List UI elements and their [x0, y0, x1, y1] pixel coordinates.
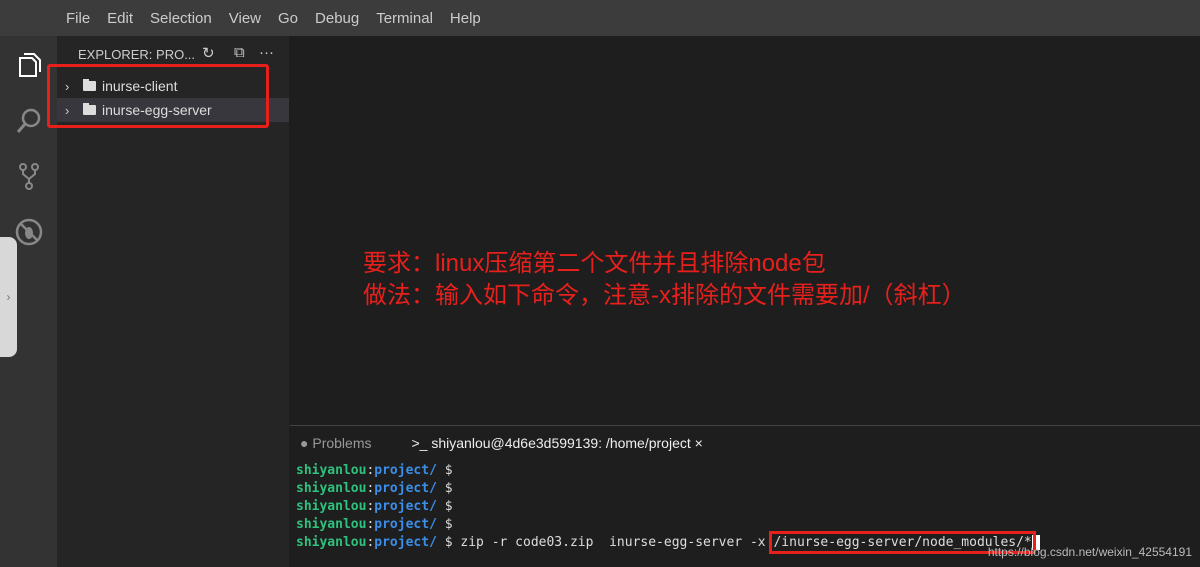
annotation-line-1: 要求：linux压缩第二个文件并且排除node包 — [363, 250, 826, 277]
menu-help[interactable]: Help — [450, 10, 481, 27]
tab-label: shiyanlou@4d6e3d599139: /home/project — [431, 435, 691, 451]
close-icon[interactable]: × — [695, 435, 703, 451]
tab-label: Problems — [312, 435, 372, 451]
explorer-icon[interactable] — [14, 50, 44, 80]
menu-debug[interactable]: Debug — [315, 10, 359, 27]
explorer-title: EXPLORER: PRO... — [78, 47, 196, 62]
menu-view[interactable]: View — [229, 10, 261, 27]
terminal-line: shiyanlou:project/ $ — [296, 499, 453, 514]
menu-bar: File Edit Selection View Go Debug Termin… — [0, 0, 1200, 36]
annotation: 要求：linux压缩第二个文件并且排除node包 做法：输入如下命令，注意-x排… — [363, 248, 966, 312]
menu-file[interactable]: File — [66, 10, 90, 27]
annotation-line-2: 做法：输入如下命令，注意-x排除的文件需要加/（斜杠） — [363, 282, 966, 309]
menu-terminal[interactable]: Terminal — [376, 10, 433, 27]
terminal-line: shiyanlou:project/ $ — [296, 517, 453, 532]
search-icon[interactable] — [14, 106, 44, 136]
debug-icon[interactable] — [14, 217, 44, 247]
terminal-line: shiyanlou:project/ $ — [296, 481, 453, 496]
more-icon[interactable]: ··· — [259, 44, 274, 61]
tab-problems[interactable]: ● Problems — [300, 435, 372, 451]
menu-go[interactable]: Go — [278, 10, 298, 27]
source-control-icon[interactable] — [14, 161, 44, 191]
menu-selection[interactable]: Selection — [150, 10, 212, 27]
terminal-line: shiyanlou:project/ $ — [296, 463, 453, 478]
watermark: https://blog.csdn.net/weixin_42554191 — [987, 545, 1192, 559]
highlight-box-folders — [47, 64, 269, 128]
tab-terminal[interactable]: >_ shiyanlou@4d6e3d599139: /home/project… — [412, 435, 703, 451]
collapse-all-icon[interactable]: ⧉ — [234, 44, 245, 61]
refresh-icon[interactable]: ↻ — [202, 44, 215, 62]
sidebar-bottom — [57, 425, 289, 567]
menu-edit[interactable]: Edit — [107, 10, 133, 27]
sidebar-toggle-handle[interactable]: › — [0, 237, 17, 357]
terminal-panel: ● Problems >_ shiyanlou@4d6e3d599139: /h… — [290, 425, 1200, 567]
terminal-output[interactable]: shiyanlou:project/ $ shiyanlou:project/ $… — [290, 460, 1200, 554]
